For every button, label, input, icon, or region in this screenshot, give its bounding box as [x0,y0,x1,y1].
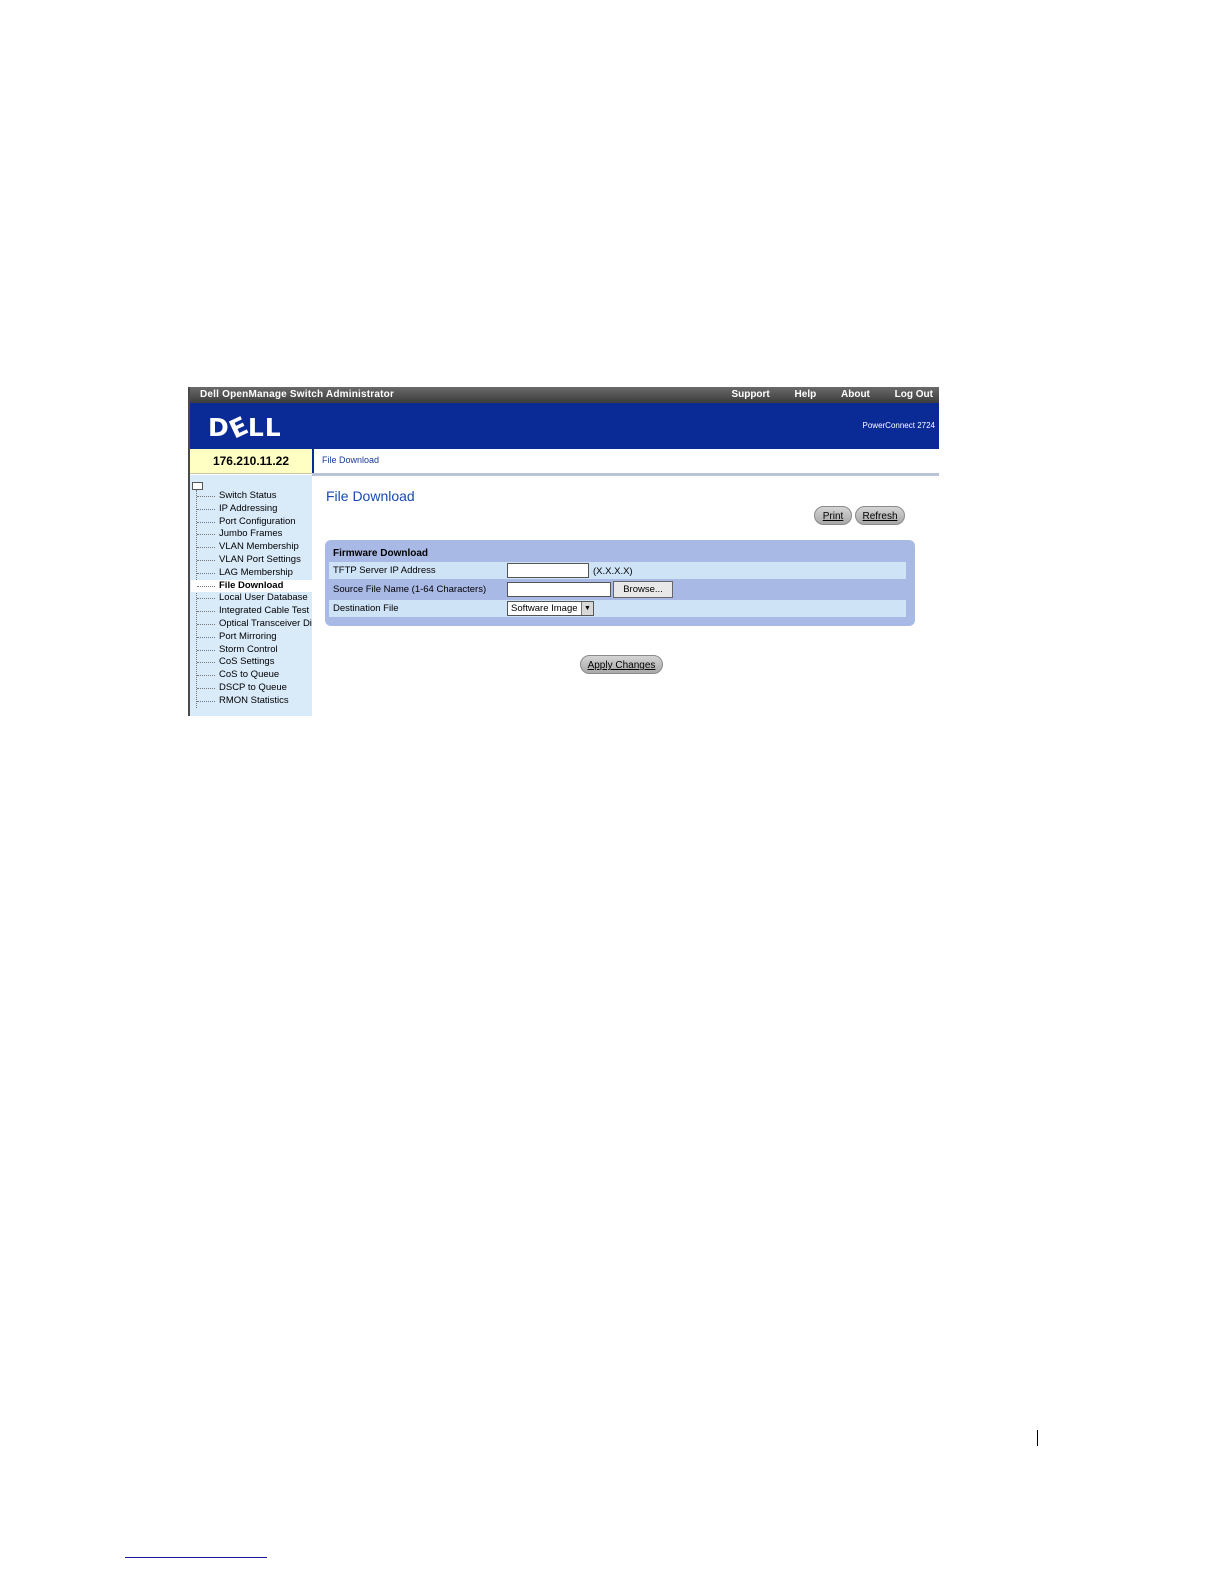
source-file-row: Source File Name (1-64 Characters) Brows… [329,581,906,598]
ip-format-hint: (X.X.X.X) [593,566,633,577]
firmware-download-panel: Firmware Download TFTP Server IP Address… [325,540,915,626]
tftp-row: TFTP Server IP Address (X.X.X.X) [329,562,906,579]
print-button[interactable]: Print [814,506,852,525]
tftp-label: TFTP Server IP Address [333,565,436,576]
about-link[interactable]: About [841,389,870,400]
sidebar-item-vlan-membership[interactable]: VLAN Membership [197,541,312,554]
destination-file-value: Software Image [511,603,578,614]
banner: DELL PowerConnect 2724 [190,403,939,449]
sidebar-item-dscp-to-queue[interactable]: DSCP to Queue [197,682,312,695]
panel-title: Firmware Download [333,548,429,559]
source-file-label: Source File Name (1-64 Characters) [333,584,487,595]
sidebar-item-storm-control[interactable]: Storm Control [197,644,312,657]
sidebar-item-optical-transceiver[interactable]: Optical Transceiver Dia [197,618,312,631]
sidebar-item-lag-membership[interactable]: LAG Membership [197,567,312,580]
tree-collapse-icon[interactable] [192,482,203,490]
top-bar: Dell OpenManage Switch Administrator Sup… [190,387,939,403]
sidebar-item-cos-to-queue[interactable]: CoS to Queue [197,669,312,682]
sidebar-item-vlan-port-settings[interactable]: VLAN Port Settings [197,554,312,567]
breadcrumb: File Download [312,449,939,473]
sidebar: Switch Status IP Addressing Port Configu… [190,475,312,716]
app-title: Dell OpenManage Switch Administrator [200,389,395,400]
sidebar-item-switch-status[interactable]: Switch Status [197,490,312,503]
sidebar-item-jumbo-frames[interactable]: Jumbo Frames [197,528,312,541]
model-name: PowerConnect 2724 [862,421,936,430]
sidebar-item-local-user-database[interactable]: Local User Database [197,592,312,605]
support-link[interactable]: Support [731,389,769,400]
logout-link[interactable]: Log Out [895,389,933,400]
switch-ip-address: 176.210.11.22 [190,449,312,474]
help-link[interactable]: Help [795,389,817,400]
sidebar-item-integrated-cable-test[interactable]: Integrated Cable Test [197,605,312,618]
destination-file-row: Destination File Software Image ▼ [329,600,906,617]
source-file-name-input[interactable] [507,582,611,597]
sidebar-item-ip-addressing[interactable]: IP Addressing [197,503,312,516]
dell-logo: DELL [208,410,282,445]
page-margin-marker [1037,1430,1038,1446]
main-content: File Download Print Refresh Firmware Dow… [314,476,939,716]
refresh-button[interactable]: Refresh [855,506,905,525]
sidebar-item-port-mirroring[interactable]: Port Mirroring [197,631,312,644]
browse-button[interactable]: Browse... [613,581,673,598]
page-title: File Download [326,488,415,504]
apply-changes-button[interactable]: Apply Changes [580,655,663,674]
breadcrumb-current: File Download [322,455,380,465]
chevron-down-icon[interactable]: ▼ [581,602,593,615]
sidebar-menu: Switch Status IP Addressing Port Configu… [191,490,312,708]
footer-rule [125,1557,267,1558]
sidebar-item-rmon-statistics[interactable]: RMON Statistics [197,695,312,708]
sidebar-item-file-download[interactable]: File Download [191,579,312,593]
destination-file-select[interactable]: Software Image ▼ [507,601,594,616]
browser-screenshot: Dell OpenManage Switch Administrator Sup… [188,387,939,716]
sidebar-item-port-configuration[interactable]: Port Configuration [197,516,312,529]
sidebar-item-cos-settings[interactable]: CoS Settings [197,656,312,669]
tftp-server-ip-input[interactable] [507,563,589,578]
destination-file-label: Destination File [333,603,399,614]
top-links: Support Help About Log Out [709,387,933,403]
